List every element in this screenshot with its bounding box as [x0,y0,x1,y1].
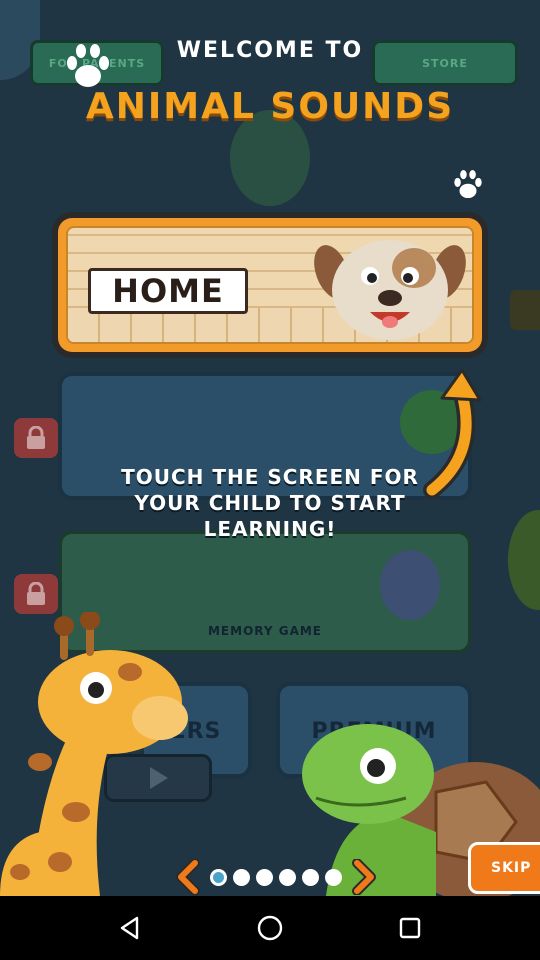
chevron-right-icon [352,859,376,895]
bg-rabbit-silhouette [380,550,440,620]
home-card[interactable]: HOME [52,212,488,358]
lock-icon [14,418,58,458]
giraffe-illustration [0,612,188,896]
app-screen[interactable]: FOR PARENTS STORE MEMORY GAME ERS PREMIU… [0,0,540,896]
back-triangle-icon [120,916,139,940]
page-dot-5[interactable] [302,868,319,886]
chevron-left-icon [176,859,200,895]
bg-side-animal [508,510,540,610]
lock-icon [14,574,58,614]
recents-square-icon [399,917,421,939]
next-page-button[interactable] [348,858,380,896]
home-card-frame: HOME [58,218,482,352]
welcome-text: WELCOME TO [176,38,364,63]
page-indicator [172,858,380,896]
puppy-icon [314,240,466,340]
tutorial-hint-text: TOUCH THE SCREEN FOR YOUR CHILD TO START… [121,465,419,541]
home-button[interactable] [240,898,300,958]
app-title: ANIMAL SOUNDS [85,86,455,127]
back-button[interactable] [100,898,160,958]
system-navigation-bar [0,896,540,960]
page-dot-1[interactable] [210,868,227,886]
paw-icon [452,170,484,204]
skip-button[interactable]: SKIP [468,842,540,894]
skip-button-label: SKIP [491,860,532,876]
page-dot-4[interactable] [279,868,296,886]
page-dot-3[interactable] [256,868,273,886]
home-circle-icon [257,915,283,941]
page-dot-2[interactable] [233,868,250,886]
recents-button[interactable] [380,898,440,958]
page-dot-6[interactable] [325,868,342,886]
home-card-label: HOME [88,268,248,314]
previous-page-button[interactable] [172,858,204,896]
bg-side-item [510,290,540,330]
home-card-wall: HOME [66,226,474,344]
